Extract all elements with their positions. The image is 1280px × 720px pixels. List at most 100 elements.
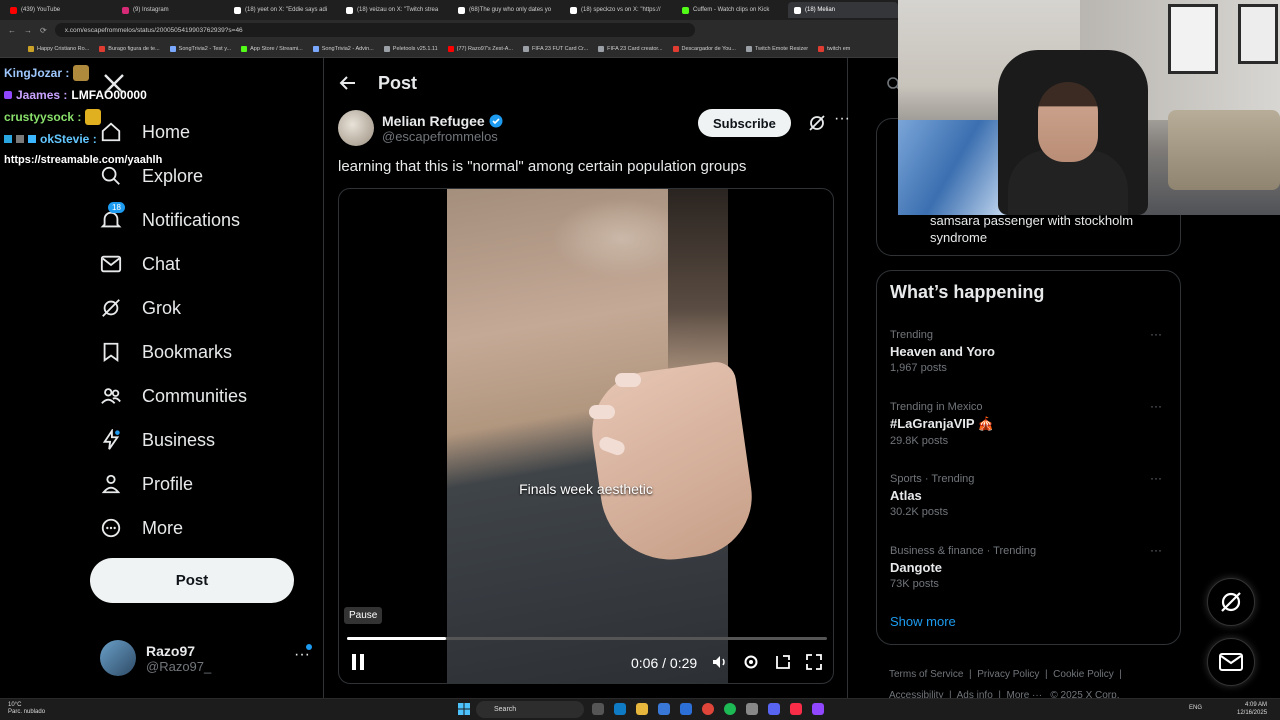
bookmark-item[interactable]: Happy Cristiano Ro...: [28, 45, 89, 52]
back-arrow-icon[interactable]: [338, 73, 358, 93]
sidebar-item-label: Notifications: [142, 209, 241, 230]
fullscreen-icon[interactable]: [805, 653, 823, 671]
sidebar-item-profile[interactable]: Profile: [90, 462, 320, 506]
webcam-overlay: [898, 0, 1280, 215]
sidebar-item-communities[interactable]: Communities: [90, 374, 320, 418]
taskbar-search[interactable]: Search: [476, 701, 584, 718]
bookmark-item[interactable]: Peletools v25.1.11: [383, 45, 438, 52]
sidebar-item-notifications[interactable]: 18 Notifications: [90, 198, 320, 242]
bookmark-item[interactable]: FIFA 23 Card creator...: [598, 45, 663, 52]
bookmark-label: SongTrivia2 - Test y...: [178, 45, 232, 52]
back-icon[interactable]: ←: [8, 26, 16, 35]
browser-tab[interactable]: (18) yeet on X: "Eddie says adi: [228, 2, 338, 18]
webcam-scene: [1038, 82, 1098, 162]
video-player[interactable]: Finals week aesthetic Pause 0:06 / 0:29: [338, 188, 834, 684]
app-icon[interactable]: [680, 703, 692, 715]
app-icon[interactable]: [746, 703, 758, 715]
trend-more-icon[interactable]: ···: [1150, 471, 1162, 485]
bookmark-item[interactable]: SongTrivia2 - Advin...: [312, 45, 374, 52]
bookmark-label: Twitch Emote Resizer: [754, 45, 809, 52]
bookmark-item[interactable]: App Store / Streami...: [241, 45, 303, 52]
sidebar-item-bookmarks[interactable]: Bookmarks: [90, 330, 320, 374]
settings-gear-icon[interactable]: [742, 653, 760, 671]
subscribe-button[interactable]: Subscribe: [698, 109, 791, 137]
privacy-link[interactable]: Privacy Policy: [977, 669, 1039, 680]
browser-tab[interactable]: (439) YouTube: [4, 2, 114, 18]
sidebar-item-business[interactable]: Business: [90, 418, 320, 462]
browser-tab[interactable]: (18) speckzo vs on X: "https://: [564, 2, 674, 18]
spotify-icon[interactable]: [724, 703, 736, 715]
store-icon[interactable]: [658, 703, 670, 715]
video-progress-bar[interactable]: [347, 637, 827, 640]
volume-icon[interactable]: [711, 653, 729, 671]
music-icon[interactable]: [790, 703, 802, 715]
author-name[interactable]: Melian Refugee: [382, 113, 485, 129]
twitch-icon[interactable]: [812, 703, 824, 715]
sidebar-item-more[interactable]: More: [90, 506, 320, 550]
browser-tab[interactable]: Cuffem - Watch clips on Kick: [676, 2, 786, 18]
chat-badge-icon: [28, 135, 36, 143]
trend-item[interactable]: Business & finance · Trending Dangote 73K …: [890, 543, 1170, 590]
notification-dot: [306, 644, 312, 650]
trend-name: Heaven and Yoro: [890, 344, 995, 359]
address-bar-row: ← → ⟳ x.com/escapefrommelos/status/20005…: [0, 20, 900, 40]
pip-icon[interactable]: [774, 653, 792, 671]
trend-more-icon[interactable]: ···: [1150, 327, 1162, 341]
bookmark-favicon-icon: [447, 45, 454, 52]
reload-icon[interactable]: ⟳: [40, 26, 47, 35]
bookmark-item[interactable]: (77) Razo97's Zest-A...: [447, 45, 513, 52]
show-more-link[interactable]: Show more: [890, 614, 956, 629]
sidebar-item-grok[interactable]: Grok: [90, 286, 320, 330]
edge-icon[interactable]: [614, 703, 626, 715]
weather-widget[interactable]: 10°C Parc. nublado: [8, 702, 45, 716]
trend-item[interactable]: Trending in Mexico #LaGranjaVIP 🎪 29.8K po…: [890, 399, 1170, 447]
post-more-icon[interactable]: ···: [834, 110, 850, 128]
tab-title: (9) Instagram: [133, 7, 169, 13]
grok-icon[interactable]: [808, 114, 826, 132]
forward-icon[interactable]: →: [24, 26, 32, 35]
browser-tab[interactable]: (68)The guy who only dates yo: [452, 2, 562, 18]
bookmark-item[interactable]: SongTrivia2 - Test y...: [169, 45, 232, 52]
sidebar-nav: Home Explore 18 Notifications Chat Grok Bookma…: [90, 110, 320, 550]
browser-tab[interactable]: (18) Melian: [788, 2, 898, 18]
chrome-icon[interactable]: [702, 703, 714, 715]
system-clock[interactable]: 4:09 AM 12/16/2025: [1237, 701, 1267, 717]
cookie-link[interactable]: Cookie Policy: [1053, 669, 1114, 680]
author-handle[interactable]: @escapefrommelos: [382, 129, 503, 144]
terms-link[interactable]: Terms of Service: [889, 669, 963, 680]
task-view-icon[interactable]: [592, 703, 604, 715]
windows-start-icon[interactable]: [458, 703, 470, 715]
trend-more-icon[interactable]: ···: [1150, 399, 1162, 413]
account-name: Razo97: [146, 642, 196, 659]
trend-name: #LaGranjaVIP 🎪: [890, 416, 995, 431]
bookmark-item[interactable]: FIFA 23 FUT Card Cr...: [523, 45, 588, 52]
url-field[interactable]: x.com/escapefrommelos/status/20005054199…: [54, 23, 695, 37]
browser-tab[interactable]: (9) Instagram: [116, 2, 226, 18]
bookmark-label: FIFA 23 Card creator...: [607, 45, 663, 52]
author-avatar[interactable]: [338, 110, 374, 146]
pause-icon[interactable]: [351, 653, 365, 671]
messages-fab-button[interactable]: [1207, 638, 1255, 686]
language-indicator[interactable]: ENG: [1189, 705, 1202, 711]
trend-more-icon[interactable]: ···: [1150, 543, 1162, 557]
sidebar-item-label: Grok: [142, 297, 182, 318]
bookmark-item[interactable]: Descargador de You...: [672, 45, 736, 52]
sidebar-item-chat[interactable]: Chat: [90, 242, 320, 286]
trend-item[interactable]: Trending Heaven and Yoro 1,967 posts ···: [890, 327, 1170, 374]
bookmark-favicon-icon: [598, 45, 605, 52]
account-switcher[interactable]: Razo97 @Razo97_ ···: [100, 638, 312, 678]
more-circle-icon: [100, 517, 122, 539]
card-snippet[interactable]: samsara passenger with stockholm syndrom…: [930, 212, 1180, 246]
tab-favicon-icon: [122, 6, 129, 14]
bookmark-favicon-icon: [312, 45, 319, 52]
trend-item[interactable]: Sports · Trending Atlas 30.2K posts ···: [890, 471, 1170, 518]
post-button[interactable]: Post: [90, 558, 294, 603]
bookmark-item[interactable]: twitch em: [818, 45, 850, 52]
browser-tab[interactable]: (18) veizau on X: "Twitch strea: [340, 2, 450, 18]
file-explorer-icon[interactable]: [636, 703, 648, 715]
trend-name: Dangote: [890, 560, 942, 575]
grok-fab-button[interactable]: [1207, 578, 1255, 626]
bookmark-item[interactable]: Twitch Emote Resizer: [745, 45, 809, 52]
discord-icon[interactable]: [768, 703, 780, 715]
bookmark-item[interactable]: Burago figura de te...: [99, 45, 160, 52]
